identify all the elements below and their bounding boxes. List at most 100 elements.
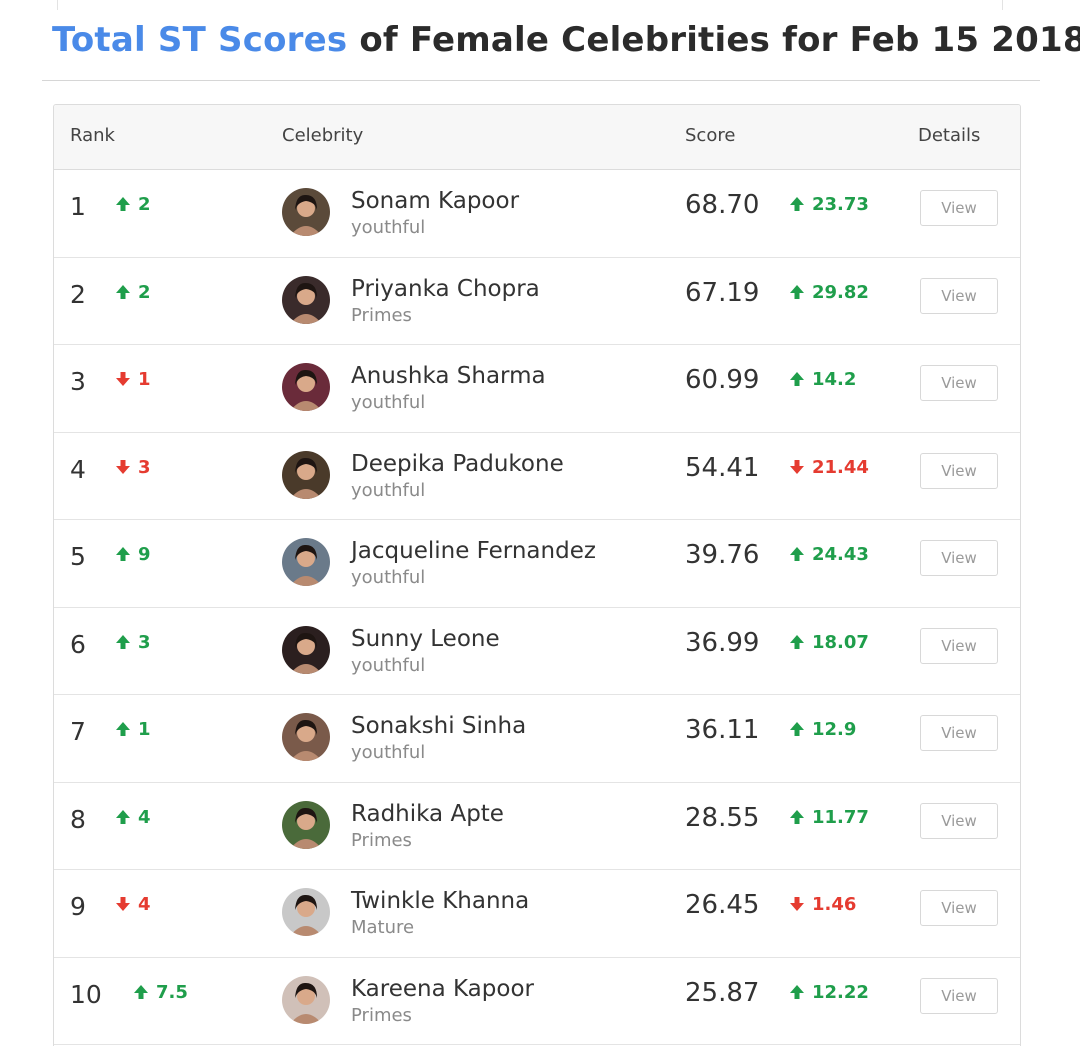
avatar[interactable]	[282, 800, 330, 849]
arrow-down-icon	[788, 458, 806, 476]
celebrity-name[interactable]: Sonam Kapoor	[351, 188, 519, 214]
rank-number: 7	[70, 717, 86, 746]
celebrity-name[interactable]: Twinkle Khanna	[351, 888, 529, 914]
view-details-button[interactable]: View	[920, 890, 998, 926]
arrow-down-icon	[788, 895, 806, 913]
avatar[interactable]	[282, 713, 330, 761]
celebrity-cohort: youthful	[351, 217, 426, 238]
arrow-up-icon	[114, 283, 132, 301]
celebrity-name[interactable]: Radhika Apte	[351, 801, 504, 827]
view-details-button[interactable]: View	[920, 190, 998, 226]
arrow-up-icon	[114, 808, 132, 826]
celebrity-name[interactable]: Sonakshi Sinha	[351, 713, 526, 739]
score-change: 11.77	[788, 807, 869, 828]
celebrity-name[interactable]: Priyanka Chopra	[351, 276, 540, 302]
celebrity-cohort: youthful	[351, 742, 426, 763]
header-celebrity: Celebrity	[282, 125, 364, 146]
arrow-up-icon	[788, 633, 806, 651]
avatar[interactable]	[282, 538, 330, 586]
arrow-up-icon	[788, 283, 806, 301]
score-value: 39.76	[685, 540, 760, 570]
score-change-value: 12.9	[812, 719, 857, 740]
rank-change: 9	[114, 544, 151, 565]
rank-change: 4	[114, 807, 151, 828]
celebrity-name[interactable]: Anushka Sharma	[351, 363, 546, 389]
score-change-value: 18.07	[812, 631, 869, 653]
arrow-up-icon	[114, 195, 132, 213]
view-details-button[interactable]: View	[920, 715, 998, 751]
score-change: 24.43	[788, 544, 869, 565]
score-change: 18.07	[788, 632, 869, 653]
rank-number: 6	[70, 629, 86, 659]
score-change: 12.9	[788, 719, 856, 740]
avatar[interactable]	[282, 275, 330, 324]
title-divider	[42, 80, 1040, 81]
table-row: 8 4 Radhika Apte Primes 28.55 11.77 View	[54, 783, 1020, 870]
celebrity-cohort: Mature	[351, 917, 415, 938]
celebrity-name[interactable]: Kareena Kapoor	[351, 976, 534, 1002]
score-change-value: 11.77	[812, 806, 869, 828]
arrow-up-icon	[788, 195, 806, 213]
view-details-button[interactable]: View	[920, 802, 998, 839]
rank-change-value: 4	[138, 894, 151, 915]
view-details-button[interactable]: View	[920, 452, 998, 489]
page: Total ST Scores of Female Celebrities fo…	[0, 0, 1080, 1046]
celebrity-cohort: youthful	[351, 654, 426, 676]
rank-number: 1	[70, 192, 86, 221]
score-change: 12.22	[788, 982, 869, 1003]
celebrity-cohort: Primes	[351, 829, 412, 851]
rank-number: 8	[70, 804, 86, 834]
rank-change-value: 2	[138, 194, 151, 215]
view-details-button[interactable]: View	[920, 627, 998, 664]
arrow-up-icon	[788, 370, 806, 388]
score-change: 23.73	[788, 194, 869, 215]
celebrity-name[interactable]: Deepika Padukone	[351, 451, 564, 477]
view-details-button[interactable]: View	[920, 277, 998, 314]
score-change-value: 24.43	[812, 544, 869, 565]
rank-change-value: 3	[138, 456, 151, 478]
rank-number: 3	[70, 367, 86, 396]
avatar[interactable]	[282, 188, 330, 236]
score-value: 67.19	[685, 277, 760, 308]
score-value: 28.55	[685, 802, 760, 833]
table-body: 1 2 Sonam Kapoor youthful 68.70 23.73 View 2 2 Pr…	[54, 170, 1020, 1045]
score-value: 36.99	[685, 627, 760, 658]
table-row: 10 7.5 Kareena Kapoor Primes 25.87 12.22 View	[54, 958, 1020, 1045]
page-title-accent: Total ST Scores	[52, 20, 348, 60]
arrow-down-icon	[114, 895, 132, 913]
score-change-value: 1.46	[812, 894, 857, 915]
avatar[interactable]	[282, 975, 330, 1024]
arrow-up-icon	[114, 545, 132, 563]
table-row: 1 2 Sonam Kapoor youthful 68.70 23.73 View	[54, 170, 1020, 258]
rank-change-value: 2	[138, 281, 151, 303]
arrow-up-icon	[788, 808, 806, 826]
celebrity-name[interactable]: Sunny Leone	[351, 626, 500, 652]
rank-change: 4	[114, 894, 151, 915]
score-change: 29.82	[788, 282, 869, 303]
view-details-button[interactable]: View	[920, 977, 998, 1014]
rank-change: 3	[114, 632, 151, 653]
view-details-button[interactable]: View	[920, 365, 998, 401]
arrow-up-icon	[788, 983, 806, 1001]
rank-change: 7.5	[132, 982, 188, 1003]
celebrity-name[interactable]: Jacqueline Fernandez	[351, 538, 596, 564]
top-divider	[57, 0, 1003, 10]
avatar[interactable]	[282, 625, 330, 674]
rank-change-value: 1	[138, 719, 151, 740]
rank-change-value: 4	[138, 806, 151, 828]
table-row: 5 9 Jacqueline Fernandez youthful 39.76 24.43…	[54, 520, 1020, 608]
arrow-up-icon	[114, 720, 132, 738]
table-row: 7 1 Sonakshi Sinha youthful 36.11 12.9 View	[54, 695, 1020, 783]
avatar[interactable]	[282, 888, 330, 936]
arrow-up-icon	[788, 545, 806, 563]
table-row: 2 2 Priyanka Chopra Primes 67.19 29.82 View	[54, 258, 1020, 345]
view-details-button[interactable]: View	[920, 540, 998, 576]
rank-change-value: 1	[138, 369, 151, 390]
score-change: 1.46	[788, 894, 856, 915]
score-change-value: 23.73	[812, 194, 869, 215]
avatar[interactable]	[282, 450, 330, 499]
arrow-up-icon	[788, 720, 806, 738]
rank-number: 10	[70, 979, 102, 1009]
avatar[interactable]	[282, 363, 330, 411]
celebrity-cohort: youthful	[351, 479, 426, 501]
